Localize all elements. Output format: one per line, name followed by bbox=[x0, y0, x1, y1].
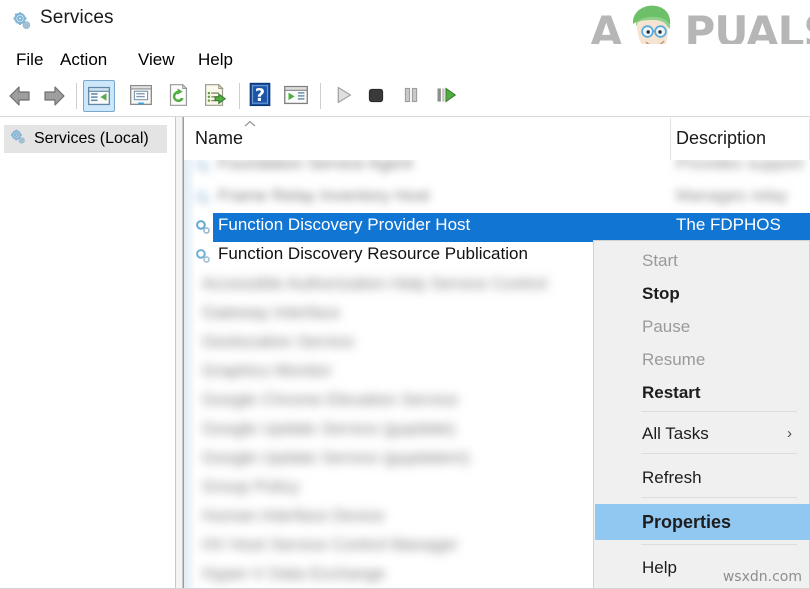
table-row[interactable]: Foundation Service Agent Provides suppor… bbox=[184, 160, 810, 181]
toolbar-separator bbox=[76, 83, 77, 109]
service-gear-icon bbox=[193, 246, 213, 266]
toolbar-separator bbox=[320, 83, 321, 109]
refresh-icon[interactable] bbox=[163, 80, 195, 112]
menu-action[interactable]: Action bbox=[56, 48, 111, 72]
column-header-description[interactable]: Description bbox=[676, 128, 766, 149]
sidebar-item-services-local[interactable]: Services (Local) bbox=[4, 125, 167, 153]
export-list-icon[interactable] bbox=[200, 80, 232, 112]
help-icon[interactable]: ? bbox=[246, 80, 278, 112]
pane-splitter[interactable] bbox=[175, 117, 183, 589]
menu-file[interactable]: File bbox=[12, 48, 47, 72]
show-action-pane-icon[interactable] bbox=[281, 80, 313, 112]
context-menu-label: Refresh bbox=[642, 467, 702, 487]
toolbar-separator bbox=[239, 83, 240, 109]
console-tree-pane: Services (Local) bbox=[0, 117, 175, 589]
services-window: Services AAAPUALS File Action View He bbox=[0, 0, 810, 589]
context-menu-item-restart[interactable]: Restart bbox=[595, 376, 810, 409]
services-gear-icon bbox=[10, 9, 34, 33]
context-menu-separator bbox=[641, 497, 797, 498]
menu-view[interactable]: View bbox=[134, 48, 179, 72]
sidebar-item-label: Services (Local) bbox=[34, 130, 149, 147]
back-icon[interactable] bbox=[4, 80, 36, 112]
context-menu-separator bbox=[641, 411, 797, 412]
context-menu-item-pause: Pause bbox=[595, 310, 810, 343]
restart-service-icon[interactable] bbox=[430, 80, 462, 112]
context-menu-item-start: Start bbox=[595, 244, 810, 277]
context-menu-item-resume: Resume bbox=[595, 343, 810, 376]
context-menu-item-all-tasks[interactable]: All Tasks › bbox=[595, 417, 810, 450]
sort-ascending-icon bbox=[244, 120, 256, 127]
forward-icon[interactable] bbox=[38, 80, 70, 112]
context-menu-label: Restart bbox=[642, 382, 701, 402]
menu-bar: File Action View Help bbox=[0, 44, 810, 76]
properties-icon[interactable] bbox=[126, 80, 158, 112]
title-bar: Services AAAPUALS bbox=[0, 0, 810, 57]
row-name: Function Discovery Provider Host bbox=[218, 215, 471, 234]
service-gear-icon bbox=[193, 188, 213, 208]
pause-service-icon bbox=[396, 80, 428, 112]
row-description: The FDPHOS bbox=[676, 215, 781, 234]
show-hide-tree-icon[interactable] bbox=[83, 80, 115, 112]
context-menu-label: Help bbox=[642, 557, 677, 577]
context-menu: Start Stop Pause Resume Restart All Task… bbox=[593, 240, 810, 589]
service-gear-icon bbox=[193, 160, 213, 176]
service-gear-icon bbox=[193, 217, 213, 237]
context-menu-label: All Tasks bbox=[642, 423, 709, 443]
stop-service-icon[interactable] bbox=[361, 80, 393, 112]
window-title: Services bbox=[40, 7, 114, 28]
watermark: wsxdn.com bbox=[722, 569, 802, 585]
context-menu-item-stop[interactable]: Stop bbox=[595, 277, 810, 310]
context-menu-label: Pause bbox=[642, 316, 691, 336]
list-column-header: Name Description bbox=[184, 118, 810, 161]
context-menu-label: Start bbox=[642, 250, 678, 270]
row-name: Function Discovery Resource Publication bbox=[218, 244, 528, 263]
column-divider[interactable] bbox=[670, 118, 671, 160]
context-menu-item-refresh[interactable]: Refresh bbox=[595, 461, 810, 494]
column-header-name[interactable]: Name bbox=[195, 128, 243, 149]
context-menu-item-properties[interactable]: Properties bbox=[595, 504, 810, 540]
context-menu-label: Stop bbox=[642, 283, 680, 303]
table-row[interactable]: Frame Relay Inventory Host Manages relay bbox=[184, 184, 810, 213]
toolbar: ? bbox=[0, 76, 810, 117]
context-menu-label: Properties bbox=[642, 511, 732, 532]
table-row-selected[interactable]: Function Discovery Provider Host The FDP… bbox=[184, 213, 810, 242]
menu-help[interactable]: Help bbox=[194, 48, 237, 72]
start-service-icon bbox=[328, 80, 360, 112]
chevron-right-icon: › bbox=[787, 425, 792, 442]
context-menu-separator bbox=[641, 544, 797, 545]
services-gear-icon bbox=[8, 127, 28, 152]
context-menu-label: Resume bbox=[642, 349, 706, 369]
svg-text:?: ? bbox=[255, 86, 265, 106]
context-menu-separator bbox=[641, 453, 797, 454]
